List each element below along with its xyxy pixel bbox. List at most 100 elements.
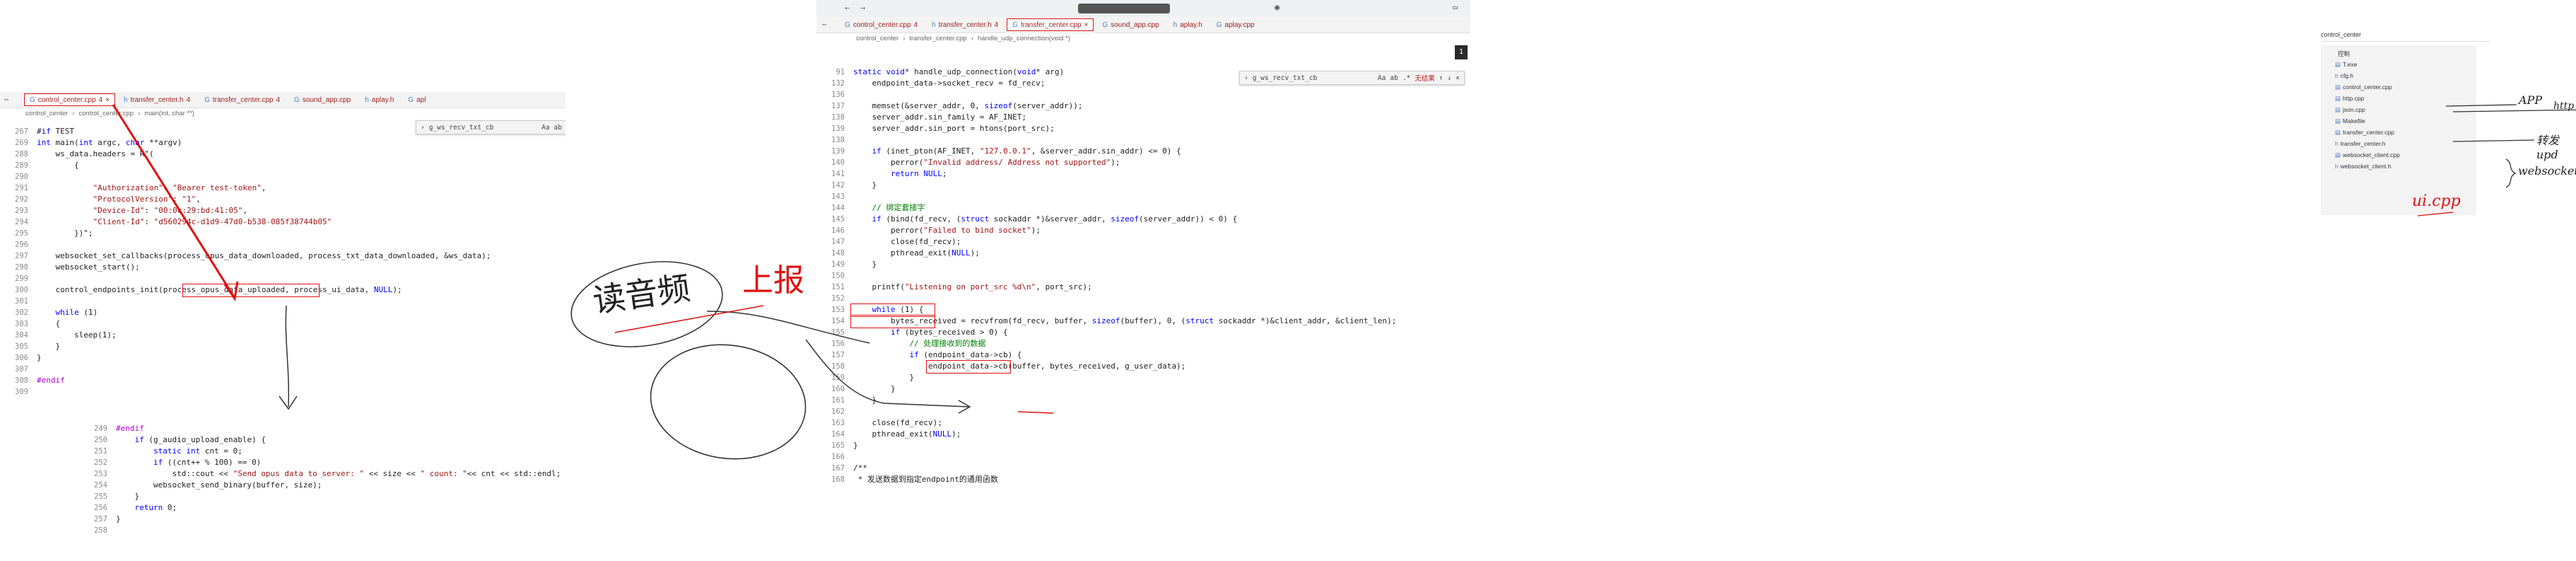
code-line[interactable]: 295 })";: [0, 228, 566, 239]
code-line[interactable]: 150: [816, 270, 1470, 282]
code-line[interactable]: 158 endpoint_data->cb(buffer, bytes_rece…: [816, 361, 1470, 372]
code-line[interactable]: 255 }: [79, 491, 602, 502]
code-line[interactable]: 306}: [0, 352, 566, 364]
code-line[interactable]: 91 static void* handle_udp_connection(voi…: [816, 66, 1470, 78]
code-line[interactable]: 296: [0, 239, 566, 250]
editor-tab[interactable]: h aplay.h: [358, 92, 401, 108]
code-line[interactable]: 292 "ProtocolVersion": "1",: [0, 194, 566, 205]
code-line[interactable]: 161 }: [816, 395, 1470, 406]
breadcrumb-item[interactable]: control_center.cpp: [78, 110, 134, 117]
code-line[interactable]: 147 close(fd_recv);: [816, 236, 1470, 248]
more-icon[interactable]: ⋯: [4, 96, 8, 104]
editor-tab[interactable]: Gsound_app.cpp: [1095, 17, 1166, 33]
editor-tab[interactable]: h transfer_center.h 4: [925, 17, 1005, 33]
code-line[interactable]: 157 if (endpoint_data->cb) {: [816, 349, 1470, 361]
explorer-file-item[interactable]: ▤ transfer_center.cpp: [2335, 129, 2394, 137]
editor-tab[interactable]: Gcontrol_center.cpp 4: [838, 17, 925, 33]
code-line[interactable]: 257}: [79, 514, 602, 525]
code-line[interactable]: 299: [0, 273, 566, 284]
explorer-file-item[interactable]: ▤ control_center.cpp: [2335, 83, 2392, 91]
breadcrumb-item[interactable]: transfer_center.cpp: [909, 35, 966, 42]
code-line[interactable]: 256 return 0;: [79, 502, 602, 514]
code-line[interactable]: 138: [816, 134, 1470, 146]
code-line[interactable]: 155 if (bytes_received > 0) {: [816, 327, 1470, 338]
code-line[interactable]: 152: [816, 293, 1470, 304]
code-line[interactable]: 159 }: [816, 372, 1470, 383]
editor-tab[interactable]: h aplay.h: [1166, 17, 1210, 33]
code-line[interactable]: 139 if (inet_pton(AF_INET, "127.0.0.1", …: [816, 146, 1470, 157]
code-line[interactable]: 140 perror("Invalid address/ Address not…: [816, 157, 1470, 168]
code-line[interactable]: 138 server_addr.sin_family = AF_INET;: [816, 112, 1470, 123]
editor-tab[interactable]: Gsound_app.cpp: [287, 92, 358, 108]
code-line[interactable]: 258: [79, 525, 602, 536]
code-line[interactable]: 164 pthread_exit(NULL);: [816, 429, 1470, 440]
code-line[interactable]: 139 server_addr.sin_port = htons(port_sr…: [816, 123, 1470, 134]
close-tab-icon[interactable]: ×: [1084, 21, 1089, 29]
editor-tab[interactable]: Gtransfer_center.cpp 4: [197, 92, 287, 108]
code-line[interactable]: 267 #if TEST: [0, 126, 566, 137]
code-line[interactable]: 151 printf("Listening on port_src %d\n",…: [816, 282, 1470, 293]
code-line[interactable]: 141 return NULL;: [816, 168, 1470, 180]
code-line[interactable]: 249 #endif: [79, 423, 602, 434]
close-tab-icon[interactable]: ×: [105, 96, 110, 104]
explorer-file-item[interactable]: ▤ websocket_client.cpp: [2335, 151, 2400, 159]
command-center[interactable]: [1078, 4, 1170, 13]
code-line[interactable]: 142 }: [816, 180, 1470, 191]
explorer-file-item[interactable]: h cfg.h: [2335, 72, 2353, 79]
code-line[interactable]: 145 if (bind(fd_recv, (struct sockaddr *…: [816, 214, 1470, 225]
code-line[interactable]: 288 ws_data.headers = R"(: [0, 149, 566, 160]
code-line[interactable]: 144 // 绑定套接字: [816, 202, 1470, 214]
editor-tab[interactable]: Gcontrol_center.cpp 4 ×: [23, 92, 117, 108]
code-line[interactable]: 166: [816, 451, 1470, 463]
editor-tab[interactable]: Gtransfer_center.cpp ×: [1005, 17, 1096, 33]
breadcrumb-item[interactable]: control_center: [25, 110, 68, 117]
editor-tab[interactable]: Gapl: [401, 92, 433, 108]
explorer-file-item[interactable]: ▤ http.cpp: [2335, 95, 2364, 103]
code-line[interactable]: 148 pthread_exit(NULL);: [816, 248, 1470, 259]
editor-tab[interactable]: h transfer_center.h 4: [117, 92, 197, 108]
code-line[interactable]: 160 }: [816, 383, 1470, 395]
code-line[interactable]: 132 endpoint_data->socket_recv = fd_recv…: [816, 78, 1470, 89]
code-line[interactable]: 293 "Device-Id": "00:0c:29:bd:41:05",: [0, 205, 566, 216]
code-line[interactable]: 308 #endif: [0, 375, 566, 386]
breadcrumb-item[interactable]: control_center: [856, 35, 898, 42]
explorer-file-item[interactable]: ▤ T.exe: [2335, 61, 2357, 69]
code-line[interactable]: 167 /**: [816, 463, 1470, 474]
explorer-search[interactable]: control_center: [2321, 31, 2490, 42]
code-line[interactable]: 289 {: [0, 160, 566, 171]
explorer-file-item[interactable]: h websocket_client.h: [2335, 163, 2391, 170]
layout-icon[interactable]: ▭: [1453, 2, 1458, 12]
code-line[interactable]: 309: [0, 386, 566, 398]
code-line[interactable]: 137 memset(&server_addr, 0, sizeof(serve…: [816, 100, 1470, 112]
code-line[interactable]: 168 * 发送数据到指定endpoint的通用函数: [816, 474, 1470, 485]
code-line[interactable]: 303 {: [0, 318, 566, 330]
forward-icon[interactable]: →: [860, 3, 865, 13]
copilot-icon[interactable]: ◉: [1275, 2, 1280, 12]
code-line[interactable]: 254 websocket_send_binary(buffer, size);: [79, 480, 602, 491]
code-line[interactable]: 149 }: [816, 259, 1470, 270]
code-line[interactable]: 290: [0, 171, 566, 183]
breadcrumb-item[interactable]: main(int, char **): [144, 110, 194, 117]
editor-tab[interactable]: Gaplay.cpp: [1210, 17, 1262, 33]
code-line[interactable]: 302 while (1): [0, 307, 566, 318]
code-line[interactable]: 294 "Client-Id": "d560294c-d1d9-47d0-b53…: [0, 216, 566, 228]
code-line[interactable]: 163 close(fd_recv);: [816, 417, 1470, 429]
code-line[interactable]: 250 if (g_audio_upload_enable) {: [79, 434, 602, 446]
code-line[interactable]: 165}: [816, 440, 1470, 451]
code-line[interactable]: 136: [816, 89, 1470, 100]
breadcrumb-item[interactable]: handle_udp_connection(void *): [978, 35, 1070, 42]
code-line[interactable]: 162: [816, 406, 1470, 417]
explorer-file-item[interactable]: h transfer_center.h: [2335, 140, 2386, 147]
code-line[interactable]: 298 websocket_start();: [0, 262, 566, 273]
back-icon[interactable]: ←: [845, 3, 850, 13]
code-line[interactable]: 251 static int cnt = 0;: [79, 446, 602, 457]
code-line[interactable]: 304 sleep(1);: [0, 330, 566, 341]
code-line[interactable]: 269 int main(int argc, char **argv): [0, 137, 566, 149]
code-line[interactable]: 156 // 处理接收到的数据: [816, 338, 1470, 349]
code-line[interactable]: 297 websocket_set_callbacks(process_opus…: [0, 250, 566, 262]
code-line[interactable]: 305 }: [0, 341, 566, 352]
explorer-file-item[interactable]: ▤ Makefile: [2335, 117, 2365, 125]
code-line[interactable]: 291 "Authorization": "Bearer test-token"…: [0, 183, 566, 194]
minimap-scroll[interactable]: 1: [1455, 45, 1468, 59]
code-line[interactable]: 146 perror("Failed to bind socket");: [816, 225, 1470, 236]
